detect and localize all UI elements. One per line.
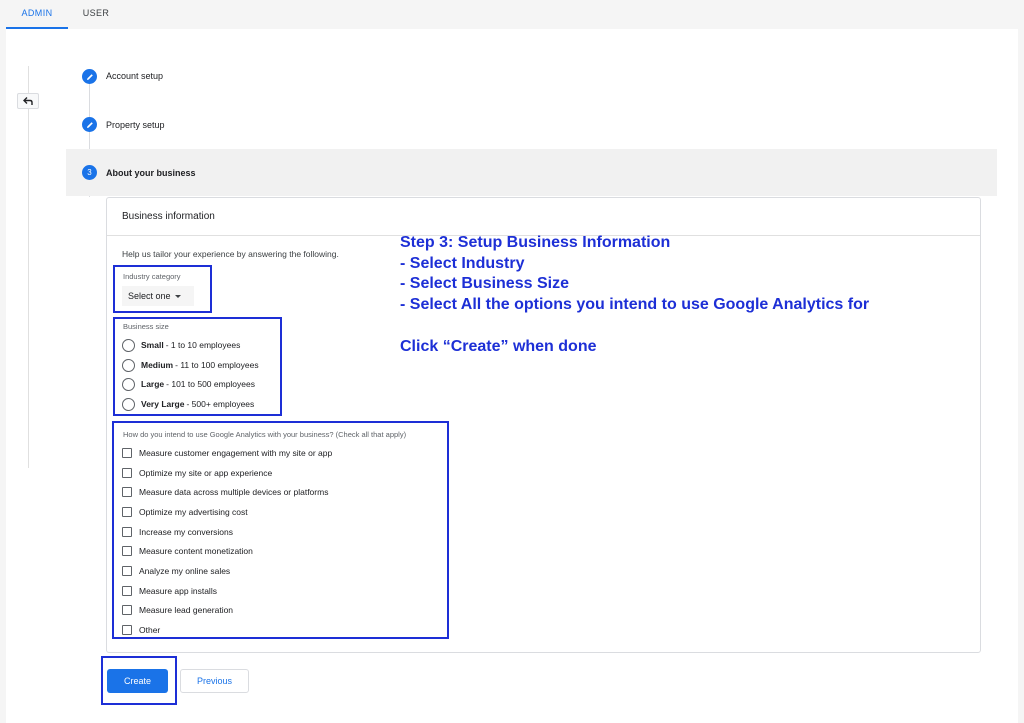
stepper-connector bbox=[89, 84, 90, 117]
helper-text: Help us tailor your experience by answer… bbox=[122, 249, 339, 259]
checkbox-box[interactable] bbox=[122, 605, 132, 615]
radio-large-detail: - 101 to 500 employees bbox=[166, 379, 255, 389]
radio-very-large[interactable]: Very Large - 500+ employees bbox=[122, 396, 254, 412]
radio-medium[interactable]: Medium - 11 to 100 employees bbox=[122, 357, 259, 373]
step-property-setup[interactable]: Property setup bbox=[106, 120, 165, 130]
radio-small-name: Small bbox=[141, 340, 164, 350]
radio-large-name: Large bbox=[141, 379, 165, 389]
checkbox-box[interactable] bbox=[122, 625, 132, 635]
checkbox-label: Measure lead generation bbox=[139, 605, 234, 615]
tab-user[interactable]: USER bbox=[78, 0, 114, 29]
card-title: Business information bbox=[122, 211, 215, 222]
radio-small[interactable]: Small - 1 to 10 employees bbox=[122, 337, 240, 353]
back-button[interactable] bbox=[17, 93, 39, 109]
back-arrow-icon bbox=[23, 97, 33, 105]
annotation-size: - Select Business Size bbox=[400, 275, 569, 292]
checkbox-row[interactable]: Measure data across multiple devices or … bbox=[122, 485, 328, 499]
previous-button[interactable]: Previous bbox=[180, 669, 249, 693]
checkbox-row[interactable]: Optimize my advertising cost bbox=[122, 505, 248, 519]
checkbox-box[interactable] bbox=[122, 586, 132, 596]
checkbox-label: Increase my conversions bbox=[139, 527, 234, 537]
checkbox-label: Optimize my advertising cost bbox=[139, 507, 248, 517]
radio-circle[interactable] bbox=[122, 358, 135, 372]
step-about-business: About your business bbox=[106, 168, 196, 178]
radio-medium-detail: - 11 to 100 employees bbox=[175, 360, 259, 370]
checkbox-label: Optimize my site or app experience bbox=[139, 468, 273, 478]
radio-circle[interactable] bbox=[122, 397, 135, 411]
annotation-step3: Step 3: Setup Business Information bbox=[400, 234, 671, 251]
annotation-options: - Select All the options you intend to u… bbox=[400, 296, 870, 313]
checkbox-row[interactable]: Measure app installs bbox=[122, 584, 217, 598]
tab-admin[interactable]: ADMIN bbox=[6, 0, 68, 29]
radio-circle[interactable] bbox=[122, 338, 135, 352]
checkbox-row[interactable]: Measure content monetization bbox=[122, 544, 253, 558]
checkbox-box[interactable] bbox=[122, 527, 132, 537]
checkbox-row[interactable]: Optimize my site or app experience bbox=[122, 466, 272, 480]
checkbox-box[interactable] bbox=[122, 487, 132, 497]
checkbox-label: Measure customer engagement with my site… bbox=[139, 448, 333, 458]
radio-small-detail: - 1 to 10 employees bbox=[165, 340, 241, 350]
annotation-industry: - Select Industry bbox=[400, 255, 525, 272]
checkbox-label: Measure data across multiple devices or … bbox=[139, 487, 329, 497]
pencil-icon bbox=[86, 73, 93, 80]
radio-large[interactable]: Large - 101 to 500 employees bbox=[122, 376, 255, 392]
checkbox-box[interactable] bbox=[122, 566, 132, 576]
checkbox-box[interactable] bbox=[122, 448, 132, 458]
checkbox-row[interactable]: Analyze my online sales bbox=[122, 564, 230, 578]
top-tabs: ADMIN USER bbox=[0, 0, 1024, 29]
step-number-badge: 3 bbox=[82, 165, 97, 180]
checkbox-label: Analyze my online sales bbox=[139, 566, 231, 576]
app-root: ADMIN USER Account setup Property setup … bbox=[0, 0, 1024, 723]
step-edit-icon[interactable] bbox=[82, 69, 97, 84]
checkbox-box[interactable] bbox=[122, 546, 132, 556]
step-account-setup[interactable]: Account setup bbox=[106, 71, 163, 81]
step-edit-icon[interactable] bbox=[82, 117, 97, 132]
pencil-icon bbox=[86, 121, 93, 128]
active-step-band bbox=[66, 149, 997, 196]
usage-label: How do you intend to use Google Analytic… bbox=[123, 430, 407, 439]
checkbox-label: Other bbox=[139, 625, 161, 635]
radio-medium-name: Medium bbox=[141, 360, 174, 370]
checkbox-row[interactable]: Measure lead generation bbox=[122, 603, 233, 617]
industry-label: Industry category bbox=[123, 272, 181, 281]
checkbox-box[interactable] bbox=[122, 468, 132, 478]
industry-select[interactable]: Select one bbox=[122, 286, 194, 306]
checkbox-row[interactable]: Measure customer engagement with my site… bbox=[122, 446, 332, 460]
radio-very-large-name: Very Large bbox=[141, 399, 185, 409]
checkbox-row[interactable]: Other bbox=[122, 623, 160, 637]
left-divider bbox=[28, 66, 29, 468]
radio-very-large-detail: - 500+ employees bbox=[186, 399, 255, 409]
radio-circle[interactable] bbox=[122, 377, 135, 391]
business-size-label: Business size bbox=[123, 322, 169, 331]
checkbox-label: Measure app installs bbox=[139, 586, 217, 596]
annotation-create: Click “Create” when done bbox=[400, 338, 597, 355]
checkbox-row[interactable]: Increase my conversions bbox=[122, 525, 233, 539]
industry-select-value: Select one bbox=[128, 291, 171, 301]
caret-down-icon bbox=[174, 295, 181, 299]
checkbox-box[interactable] bbox=[122, 507, 132, 517]
create-button[interactable]: Create bbox=[107, 669, 168, 693]
checkbox-label: Measure content monetization bbox=[139, 546, 253, 556]
